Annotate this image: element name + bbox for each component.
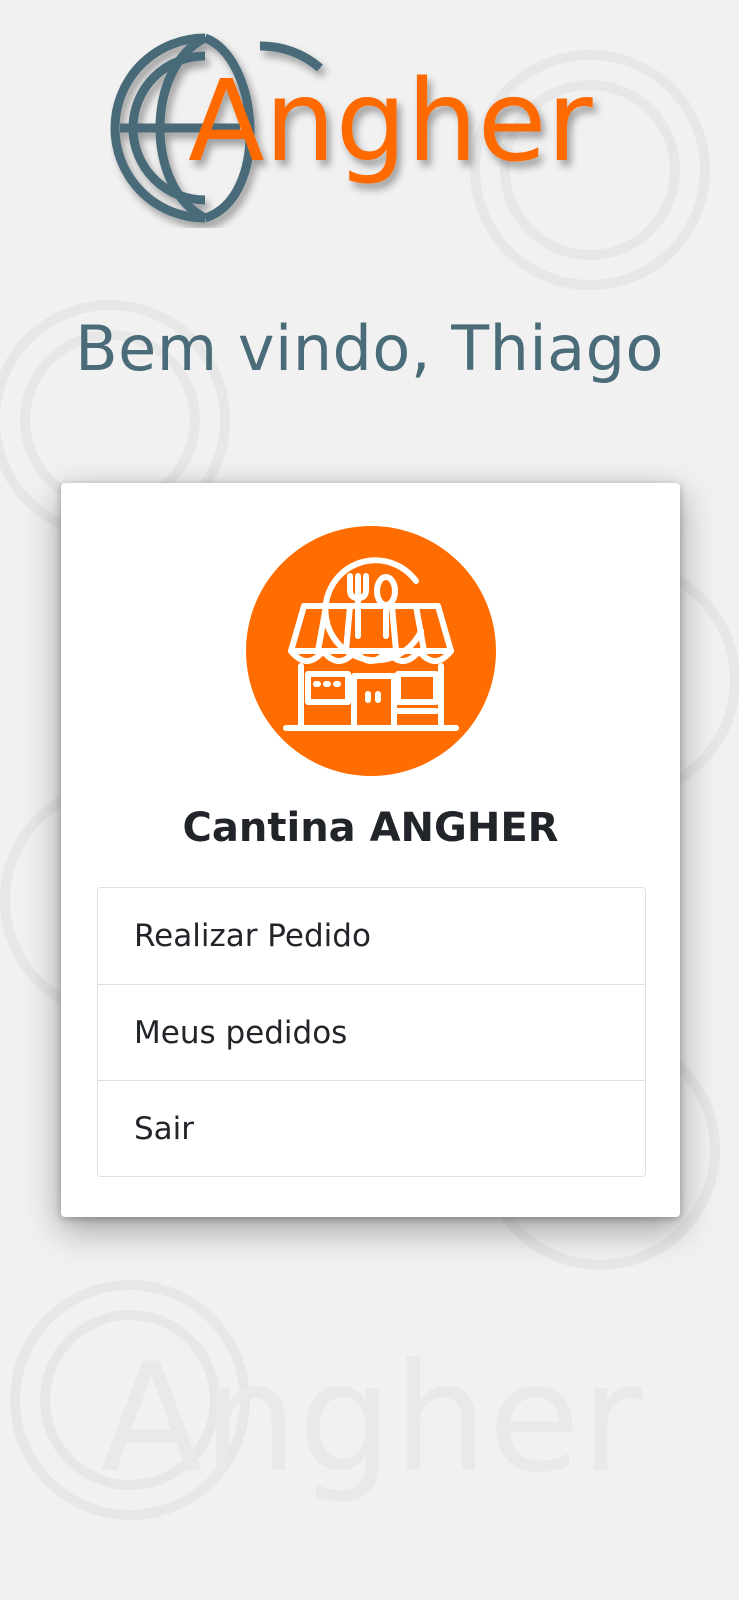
logo-text: Angher [188, 57, 594, 187]
menu-item-label: Meus pedidos [134, 1014, 348, 1051]
store-card: Cantina ANGHER Realizar Pedido Meus pedi… [61, 483, 680, 1217]
menu-item-realizar-pedido[interactable]: Realizar Pedido [98, 888, 645, 984]
menu-item-sair[interactable]: Sair [98, 1080, 645, 1176]
store-title: Cantina ANGHER [182, 805, 559, 851]
menu-item-meus-pedidos[interactable]: Meus pedidos [98, 984, 645, 1080]
restaurant-store-icon [246, 526, 496, 776]
angher-logo: Angher [110, 33, 594, 223]
watermark-text: Angher [100, 1332, 642, 1506]
menu-item-label: Realizar Pedido [134, 918, 371, 954]
menu-item-label: Sair [134, 1110, 195, 1147]
menu-list: Realizar Pedido Meus pedidos Sair [97, 887, 646, 1177]
welcome-heading: Bem vindo, Thiago [75, 312, 664, 385]
